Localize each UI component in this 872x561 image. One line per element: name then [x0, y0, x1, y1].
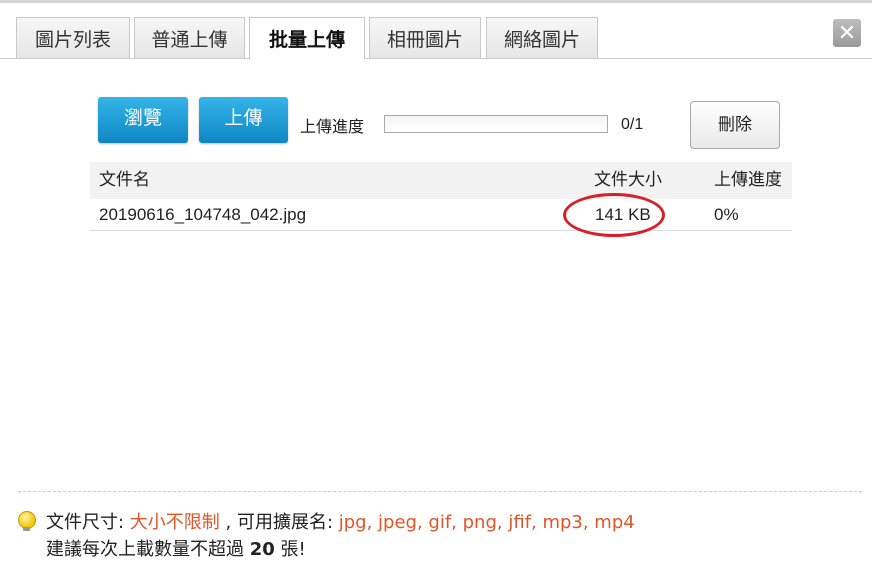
- close-button[interactable]: ✕: [833, 19, 861, 47]
- row-file-name: 20190616_104748_042.jpg: [99, 205, 307, 224]
- upload-button[interactable]: 上傳: [199, 97, 288, 143]
- header-upload-progress: 上傳進度: [714, 170, 782, 190]
- close-icon: ✕: [837, 20, 857, 45]
- table-row[interactable]: 20190616_104748_042.jpg 141 KB 0%: [90, 199, 792, 231]
- tab-image-list[interactable]: 圖片列表: [16, 17, 130, 58]
- row-upload-progress: 0%: [714, 205, 739, 224]
- divider: [18, 491, 862, 492]
- extensions-prefix: , 可用擴展名:: [219, 512, 339, 533]
- size-limit-prefix: 文件尺寸:: [46, 512, 130, 533]
- browse-button[interactable]: 瀏覽: [98, 97, 188, 143]
- lightbulb-icon: [18, 511, 36, 531]
- count-suffix: 張!: [274, 539, 306, 560]
- header-file-name: 文件名: [99, 170, 150, 190]
- progress-label: 上傳進度: [300, 117, 365, 136]
- tab-batch-upload[interactable]: 批量上傳: [249, 17, 365, 59]
- progress-count: 0/1: [621, 116, 644, 133]
- file-table-header: 文件名 文件大小 上傳進度: [90, 162, 792, 199]
- upload-info: 文件尺寸: 大小不限制 , 可用擴展名: jpg, jpeg, gif, png…: [18, 508, 635, 534]
- tab-album-images[interactable]: 相冊圖片: [369, 17, 481, 58]
- count-value: 20: [249, 539, 275, 560]
- count-prefix: 建議每次上載數量不超過: [46, 539, 250, 560]
- annotation-circle: [563, 193, 665, 237]
- tab-web-images[interactable]: 網絡圖片: [486, 17, 598, 58]
- size-limit-value: 大小不限制: [129, 512, 220, 533]
- extensions-value: jpg, jpeg, gif, png, jfif, mp3, mp4: [338, 512, 635, 533]
- progress-bar: [384, 115, 608, 133]
- tab-normal-upload[interactable]: 普通上傳: [134, 17, 245, 58]
- upload-count-info: 建議每次上載數量不超過 20 張!: [46, 535, 306, 561]
- delete-button[interactable]: 刪除: [690, 101, 780, 149]
- tab-bar: 圖片列表 普通上傳 批量上傳 相冊圖片 網絡圖片: [0, 3, 872, 59]
